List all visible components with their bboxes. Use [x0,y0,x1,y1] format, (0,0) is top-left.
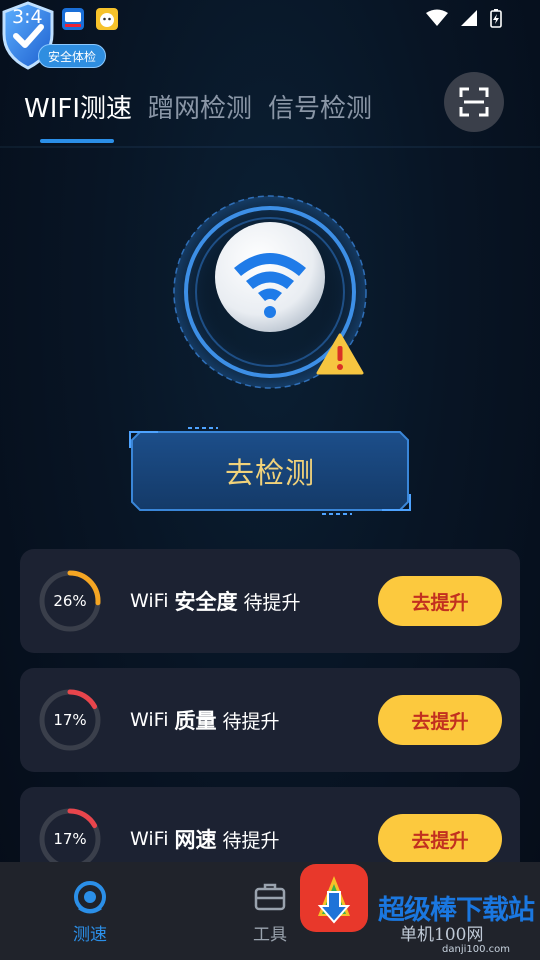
tab-signal-check[interactable]: 信号检测 [268,88,372,125]
speedometer-icon [74,881,106,914]
card-status: 待提升 [243,591,301,614]
scan-button[interactable] [444,72,504,132]
warning-triangle-icon [316,333,364,375]
active-tab-indicator [40,139,114,143]
improve-quality-button[interactable]: 去提升 [378,695,502,745]
progress-percent: 26% [53,592,87,610]
cell-signal-icon [460,9,478,31]
download-logo-icon [300,864,368,932]
card-metric: 质量 [174,709,217,733]
tab-freeloader-check[interactable]: 蹭网检测 [148,88,252,125]
card-prefix: WiFi [130,590,169,612]
start-check-button[interactable]: 去检测 [128,426,412,516]
wifi-security-card: 26% WiFi 安全度 待提升 去提升 [20,549,520,653]
status-time: 3:4 [12,6,43,28]
wifi-icon [426,9,448,31]
safety-check-label: 安全体检 [38,44,107,68]
top-tabs: WIFI测速 蹭网检测 信号检测 [24,88,372,125]
toolbox-icon [254,883,286,911]
scan-frame-icon [459,87,489,117]
start-check-label: 去检测 [224,456,315,490]
card-metric: 网速 [174,828,217,852]
watermark-url: danji100.com [442,944,510,955]
progress-percent: 17% [53,711,87,729]
card-metric: 安全度 [174,590,238,614]
site-watermark: 超级棒下载站 单机100网 danji100.com [296,852,540,960]
card-prefix: WiFi [130,709,169,731]
card-prefix: WiFi [130,828,169,850]
wifi-radar [170,192,370,392]
nav-label-speed-test: 测速 [73,925,107,945]
battery-charging-icon [490,8,502,32]
card-status: 待提升 [222,710,280,733]
wifi-quality-card: 17% WiFi 质量 待提升 去提升 [20,668,520,772]
watermark-subtitle: 单机100网 [400,925,484,945]
improve-security-button[interactable]: 去提升 [378,576,502,626]
card-status: 待提升 [222,829,280,852]
tab-wifi-speed[interactable]: WIFI测速 [24,88,132,125]
safety-check-badge[interactable]: 3:4 安全体检 [0,0,108,74]
nav-item-speed-test[interactable]: 测速 [45,862,135,960]
header-divider [0,146,540,148]
